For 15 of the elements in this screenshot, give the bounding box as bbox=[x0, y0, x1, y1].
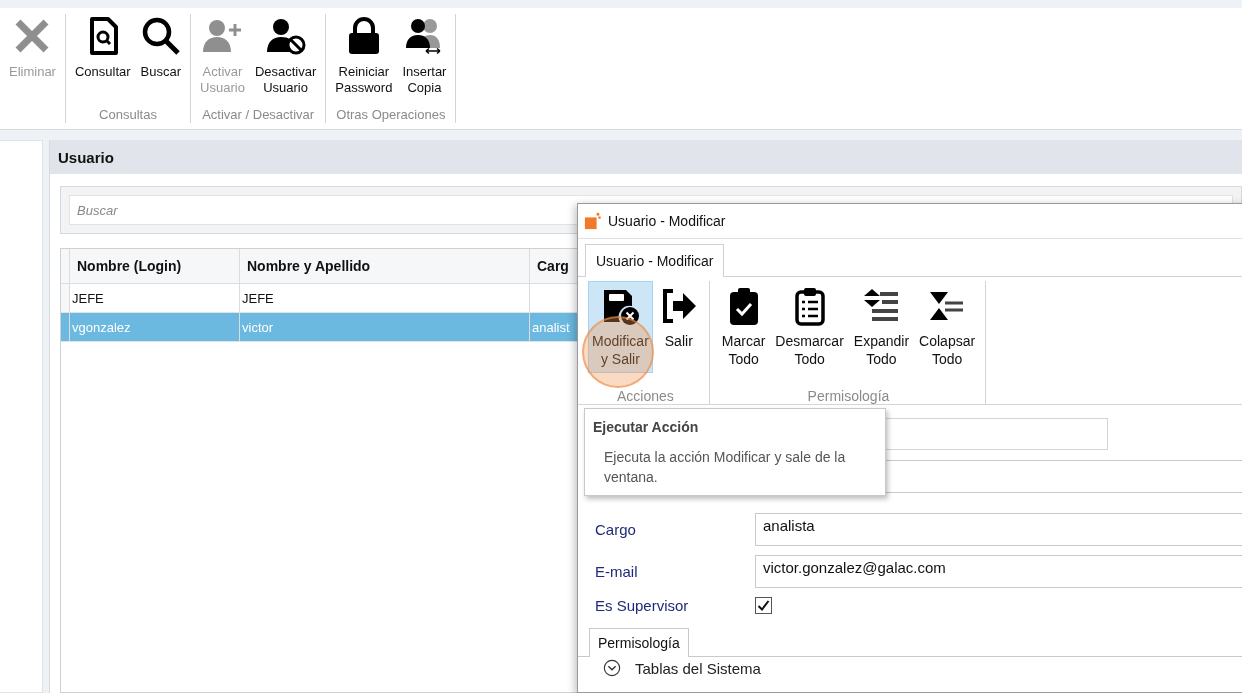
field-label: E-mail bbox=[595, 563, 639, 580]
group-label: Activar / Desactivar bbox=[202, 107, 315, 123]
field-label: Es Supervisor bbox=[595, 597, 690, 614]
group-label: Otras Operaciones bbox=[336, 107, 446, 123]
tooltip-title: Ejecutar Acción bbox=[593, 419, 700, 435]
table-cell: vgonzalez bbox=[70, 313, 240, 342]
table-cell: analist bbox=[530, 313, 578, 342]
table-cell: victor bbox=[240, 313, 530, 342]
tooltip-text: Ejecuta la acción Modificar y sale de la ventana. bbox=[603, 448, 847, 487]
group-label: Acciones bbox=[617, 388, 674, 404]
panel-title: Usuario bbox=[50, 140, 1242, 174]
group-label: Consultas bbox=[99, 107, 157, 123]
field-label: Cargo bbox=[595, 521, 637, 538]
dialog-title: Usuario - Modificar bbox=[608, 213, 726, 229]
group-label: Permisología bbox=[807, 388, 890, 404]
